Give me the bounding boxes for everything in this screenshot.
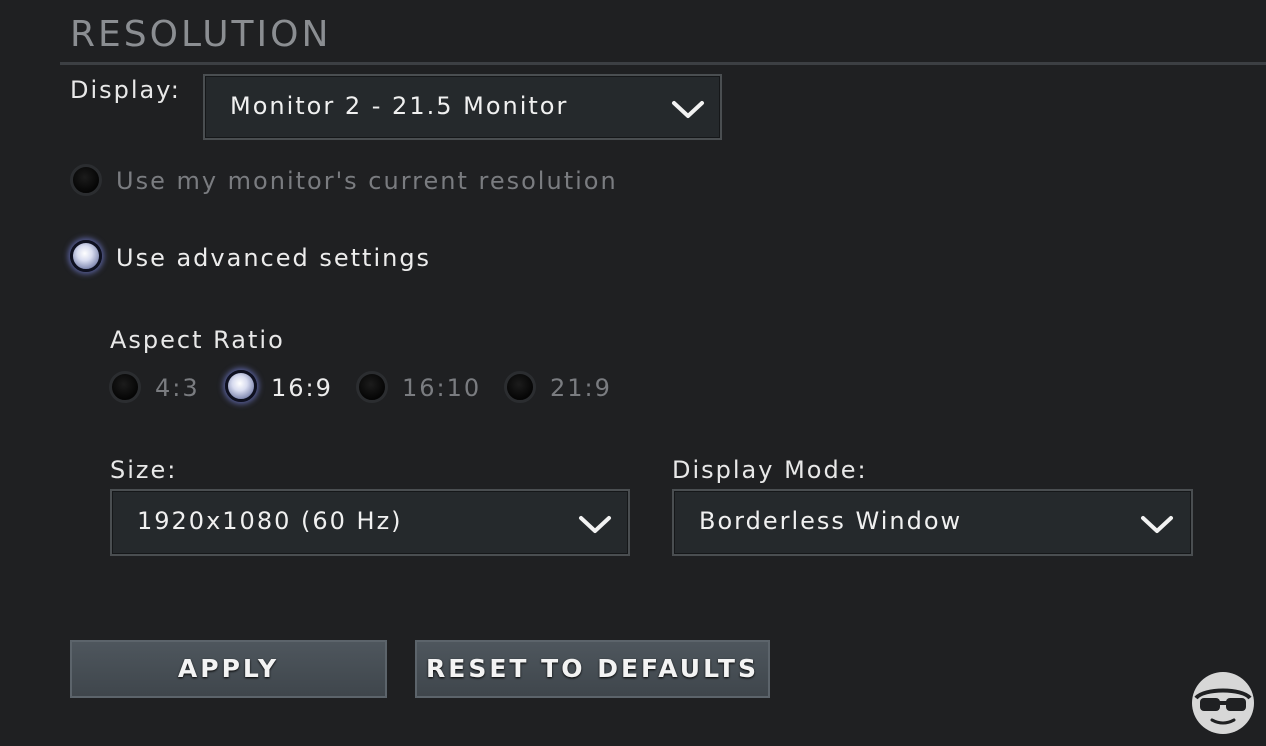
radio-aspect-16-9-label[interactable]: 16:9 — [271, 374, 333, 402]
chevron-down-icon — [579, 516, 611, 533]
radio-advanced-settings[interactable] — [70, 240, 102, 272]
chevron-down-icon — [1141, 516, 1173, 533]
aspect-ratio-label: Aspect Ratio — [110, 326, 285, 354]
display-mode-label: Display Mode: — [672, 456, 868, 484]
radio-aspect-16-9[interactable] — [225, 370, 257, 402]
size-dropdown[interactable]: 1920x1080 (60 Hz) — [110, 489, 630, 556]
radio-aspect-4-3[interactable] — [109, 371, 141, 403]
reset-to-defaults-button[interactable]: RESET TO DEFAULTS — [415, 640, 770, 698]
section-title: RESOLUTION — [70, 14, 332, 55]
size-dropdown-value: 1920x1080 (60 Hz) — [137, 507, 403, 535]
display-mode-dropdown-value: Borderless Window — [699, 507, 963, 535]
chevron-down-icon — [672, 101, 704, 118]
radio-aspect-21-9-label[interactable]: 21:9 — [550, 374, 612, 402]
radio-current-resolution-label[interactable]: Use my monitor's current resolution — [116, 167, 618, 195]
radio-aspect-4-3-label[interactable]: 4:3 — [155, 374, 200, 402]
display-dropdown-value: Monitor 2 - 21.5 Monitor — [230, 92, 569, 120]
section-divider — [60, 62, 1266, 65]
glasses-face-logo — [1192, 672, 1254, 734]
display-mode-dropdown[interactable]: Borderless Window — [672, 489, 1193, 556]
size-label: Size: — [110, 456, 178, 484]
apply-button[interactable]: APPLY — [70, 640, 387, 698]
display-label: Display: — [70, 76, 181, 104]
radio-aspect-16-10-label[interactable]: 16:10 — [402, 374, 481, 402]
radio-aspect-21-9[interactable] — [504, 371, 536, 403]
radio-current-resolution[interactable] — [70, 164, 102, 196]
radio-aspect-16-10[interactable] — [356, 371, 388, 403]
display-dropdown[interactable]: Monitor 2 - 21.5 Monitor — [203, 74, 722, 140]
radio-advanced-settings-label[interactable]: Use advanced settings — [116, 244, 431, 272]
